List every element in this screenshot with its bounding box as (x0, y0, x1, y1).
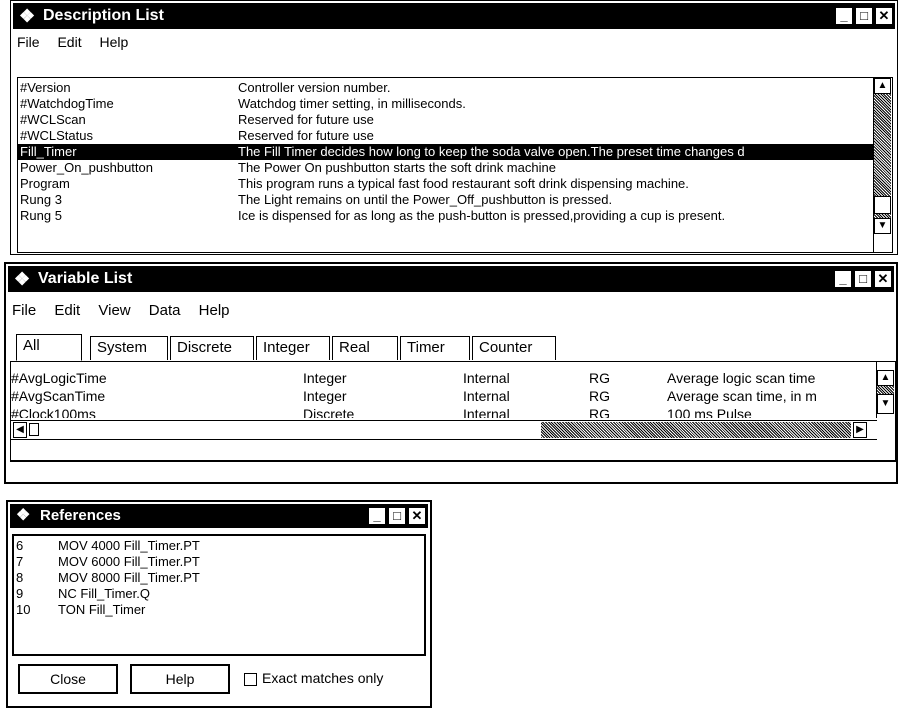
window-title: Description List (43, 7, 164, 24)
references-window: ❖ References _ □ ✕ 6 MOV 4000 Fill_Timer.… (6, 500, 432, 708)
tab-timer[interactable]: Timer (400, 336, 470, 360)
maximize-icon[interactable]: □ (854, 270, 872, 288)
description-list-window: ❖ Description List _ □ ✕ File Edit Help … (10, 0, 898, 255)
tab-real[interactable]: Real (332, 336, 398, 360)
list-item[interactable]: Rung 3 The Light remains on until the Pow… (18, 192, 874, 208)
scroll-track[interactable] (877, 386, 894, 394)
list-item[interactable]: Program This program runs a typical fast … (18, 176, 874, 192)
close-button[interactable]: Close (18, 664, 118, 694)
list-item[interactable]: #WCLScan Reserved for future use (18, 112, 874, 128)
app-icon: ❖ (16, 507, 31, 524)
help-button[interactable]: Help (130, 664, 230, 694)
exact-matches-checkbox[interactable] (244, 673, 257, 686)
list-item[interactable]: #Version Controller version number. (18, 80, 874, 96)
close-icon[interactable]: ✕ (874, 270, 892, 288)
variable-table: #AvgLogicTime Integer Internal RG Averag… (10, 361, 896, 462)
list-item-selected[interactable]: Fill_Timer The Fill Timer decides how lon… (18, 144, 874, 160)
list-item[interactable]: #WCLStatus Reserved for future use (18, 128, 874, 144)
minimize-icon[interactable]: _ (834, 270, 852, 288)
minimize-icon[interactable]: _ (835, 7, 853, 25)
minimize-icon[interactable]: _ (368, 507, 386, 525)
references-titlebar[interactable]: ❖ References _ □ ✕ (10, 504, 428, 528)
tab-discrete[interactable]: Discrete (170, 336, 254, 360)
list-item[interactable]: #WatchdogTime Watchdog timer setting, in … (18, 96, 874, 112)
tab-integer[interactable]: Integer (256, 336, 330, 360)
variable-list-window: ❖ Variable List _ □ ✕ File Edit View Dat… (4, 262, 898, 484)
menu-file[interactable]: File (12, 302, 36, 319)
list-item[interactable]: 9 NC Fill_Timer.Q (14, 586, 414, 602)
vertical-scrollbar[interactable]: ▲ ▼ (876, 362, 895, 418)
list-item[interactable]: 10 TON Fill_Timer (14, 602, 414, 618)
tab-counter[interactable]: Counter (472, 336, 556, 360)
list-item[interactable]: Rung 5 Ice is dispensed for as long as th… (18, 208, 874, 224)
app-icon: ❖ (14, 269, 31, 289)
maximize-icon[interactable]: □ (388, 507, 406, 525)
horizontal-scrollbar[interactable]: ◀ ▶ (11, 420, 877, 440)
scroll-right-icon[interactable]: ▶ (853, 422, 867, 438)
description-list-titlebar[interactable]: ❖ Description List _ □ ✕ (13, 3, 895, 29)
list-item[interactable]: 6 MOV 4000 Fill_Timer.PT (14, 538, 414, 554)
menubar: File Edit Help (17, 31, 891, 53)
menu-view[interactable]: View (98, 302, 130, 319)
menu-help[interactable]: Help (199, 302, 230, 319)
close-icon[interactable]: ✕ (875, 7, 893, 25)
scroll-up-icon[interactable]: ▲ (877, 370, 894, 386)
description-list: #Version Controller version number. #Watc… (17, 77, 893, 253)
scroll-thumb[interactable] (29, 423, 39, 436)
table-row[interactable]: #Clock100ms Discrete Internal RG 100 ms … (11, 406, 877, 418)
table-row[interactable]: #AvgScanTime Integer Internal RG Average… (11, 388, 877, 404)
list-item[interactable]: Power_On_pushbutton The Power On pushbutt… (18, 160, 874, 176)
scroll-track[interactable] (541, 422, 851, 438)
scroll-down-icon[interactable]: ▼ (877, 394, 894, 414)
variable-list-titlebar[interactable]: ❖ Variable List _ □ ✕ (8, 266, 894, 292)
scroll-thumb[interactable] (874, 196, 891, 214)
app-icon: ❖ (19, 6, 36, 26)
window-title: Variable List (38, 270, 133, 287)
menu-edit[interactable]: Edit (54, 302, 80, 319)
menu-data[interactable]: Data (149, 302, 181, 319)
menubar: File Edit View Data Help (12, 300, 890, 322)
references-list: 6 MOV 4000 Fill_Timer.PT 7 MOV 6000 Fill_T… (12, 534, 426, 656)
table-row[interactable]: #AvgLogicTime Integer Internal RG Averag… (11, 370, 877, 386)
maximize-icon[interactable]: □ (855, 7, 873, 25)
close-icon[interactable]: ✕ (408, 507, 426, 525)
window-title: References (40, 507, 121, 524)
menu-file[interactable]: File (17, 34, 40, 50)
vertical-scrollbar[interactable]: ▲ ▼ (873, 78, 892, 252)
tab-all[interactable]: All (16, 334, 82, 361)
exact-matches-label[interactable]: Exact matches only (262, 670, 383, 686)
menu-edit[interactable]: Edit (57, 34, 81, 50)
list-item[interactable]: 7 MOV 6000 Fill_Timer.PT (14, 554, 414, 570)
menu-help[interactable]: Help (99, 34, 128, 50)
scroll-up-icon[interactable]: ▲ (874, 78, 891, 94)
scroll-down-icon[interactable]: ▼ (874, 218, 891, 234)
scroll-left-icon[interactable]: ◀ (13, 422, 27, 438)
tab-system[interactable]: System (90, 336, 168, 360)
list-item[interactable]: 8 MOV 8000 Fill_Timer.PT (14, 570, 414, 586)
